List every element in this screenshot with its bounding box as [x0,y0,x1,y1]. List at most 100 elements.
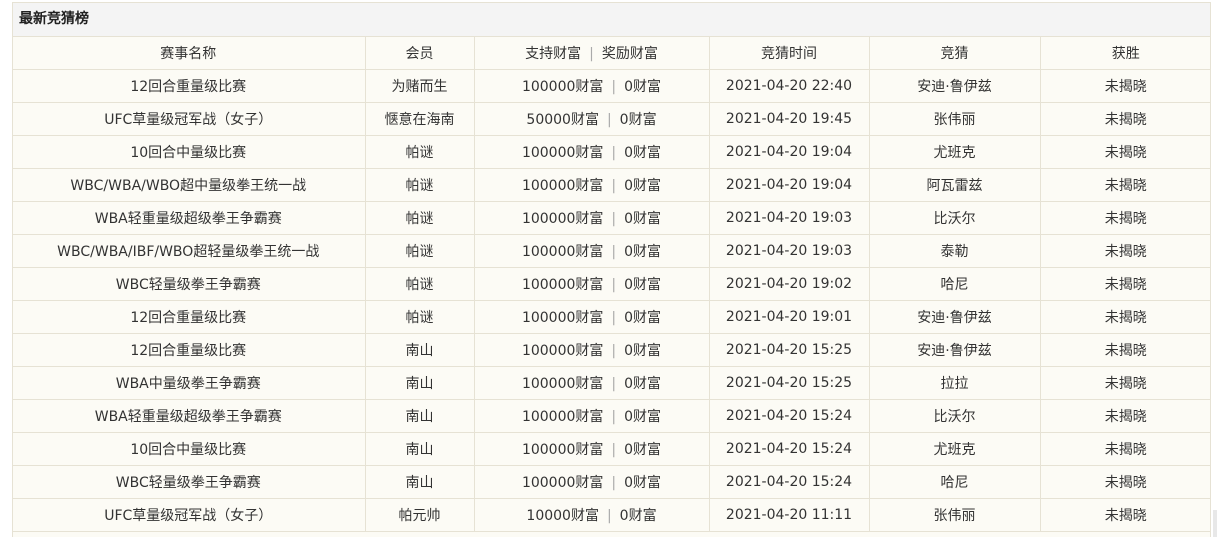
reward-amount: 0财富 [624,475,662,491]
reward-amount: 0财富 [624,244,662,260]
wealth-separator: | [611,211,617,227]
guess-pick: 比沃尔 [869,201,1041,235]
wealth-cell: 100000财富 | 0财富 [474,366,710,400]
wealth-separator: | [611,376,617,392]
wealth-cell: 100000财富 | 0财富 [474,399,710,433]
guess-result: 未揭晓 [1040,366,1210,400]
event-name: WBA轻重量级超级拳王争霸赛 [13,399,366,433]
event-name: 10回合中量级比赛 [13,135,366,169]
guess-result: 未揭晓 [1040,432,1210,466]
guess-time: 2021-04-20 19:03 [709,234,870,268]
member-name: 为赌而生 [365,69,475,103]
guess-pick: 安迪·鲁伊兹 [869,300,1041,334]
wealth-separator: | [611,409,617,425]
reward-amount: 0财富 [624,211,662,227]
event-name: UFC草量级冠军战（女子） [13,102,366,136]
column-header-result: 获胜 [1040,37,1210,70]
table-row: WBA轻重量级超级拳王争霸赛 南山 100000财富 | 0财富 2021-04-2… [13,399,1210,433]
column-header-guess: 竞猜 [869,37,1041,70]
wealth-cell: 100000财富 | 0财富 [474,135,710,169]
guess-pick: 尤班克 [869,135,1041,169]
guess-time: 2021-04-20 15:24 [709,399,870,433]
reward-amount: 0财富 [624,310,662,326]
table-row: UFC草量级冠军战（女子） 帕元帅 10000财富 | 0财富 2021-04-20… [13,498,1210,532]
wealth-separator: | [611,277,617,293]
guess-time: 2021-04-20 19:04 [709,168,870,202]
bet-amount: 100000财富 [521,343,604,359]
latest-guess-board: 最新竞猜榜 赛事名称 会员 支持财富 | 奖励财富 竞猜时间 竞猜 获胜 12回合重… [12,2,1211,537]
wealth-cell: 100000财富 | 0财富 [474,333,710,367]
guess-result: 未揭晓 [1040,498,1210,532]
bet-amount: 50000财富 [526,112,599,128]
scrollbar-edge[interactable] [1213,510,1217,537]
reward-amount: 0财富 [624,442,662,458]
member-name: 帕元帅 [365,498,475,532]
table-row: 12回合重量级比赛 为赌而生 100000财富 | 0财富 2021-04-20 2… [13,69,1210,103]
table-header-row: 赛事名称 会员 支持财富 | 奖励财富 竞猜时间 竞猜 获胜 [13,37,1210,70]
bet-amount: 100000财富 [521,475,604,491]
bet-amount: 100000财富 [521,145,604,161]
reward-amount: 0财富 [624,277,662,293]
guess-pick: 安迪·鲁伊兹 [869,69,1041,103]
reward-amount: 0财富 [619,508,657,524]
wealth-cell: 100000财富 | 0财富 [474,465,710,499]
guess-pick: 安迪·鲁伊兹 [869,333,1041,367]
column-header-member: 会员 [365,37,475,70]
guess-time: 2021-04-20 15:24 [709,465,870,499]
column-separator: | [589,46,594,62]
table-row: WBC/WBA/WBO超中量级拳王统一战 帕谜 100000财富 | 0财富 202… [13,168,1210,202]
wealth-cell: 100000财富 | 0财富 [474,69,710,103]
reward-amount: 0财富 [624,178,662,194]
wealth-separator: | [611,79,617,95]
event-name: UFC草量级冠军战（女子） [13,498,366,532]
event-name: WBC/WBA/IBF/WBO超轻量级拳王统一战 [13,234,366,268]
bet-amount: 100000财富 [521,79,604,95]
member-name: 帕谜 [365,135,475,169]
guess-result: 未揭晓 [1040,300,1210,334]
member-name: 帕谜 [365,300,475,334]
wealth-separator: | [611,244,617,260]
guess-time: 2021-04-20 11:11 [709,498,870,532]
guess-time: 2021-04-20 22:40 [709,69,870,103]
member-name: 帕谜 [365,234,475,268]
wealth-cell: 100000财富 | 0财富 [474,201,710,235]
reward-amount: 0财富 [624,145,662,161]
wealth-cell: 10000财富 | 0财富 [474,498,710,532]
wealth-separator: | [611,343,617,359]
table-row: 10回合中量级比赛 帕谜 100000财富 | 0财富 2021-04-20 19:… [13,135,1210,169]
bet-amount: 100000财富 [521,376,604,392]
event-name: WBC轻量级拳王争霸赛 [13,465,366,499]
table-row: WBA中量级拳王争霸赛 南山 100000财富 | 0财富 2021-04-20 1… [13,366,1210,400]
column-header-event: 赛事名称 [13,37,366,70]
guess-result: 未揭晓 [1040,465,1210,499]
wealth-cell: 50000财富 | 0财富 [474,102,710,136]
wealth-separator: | [611,178,617,194]
guess-pick: 哈尼 [869,465,1041,499]
table-row: WBC轻量级拳王争霸赛 帕谜 100000财富 | 0财富 2021-04-20 1… [13,267,1210,301]
reward-amount: 0财富 [624,409,662,425]
wealth-cell: 100000财富 | 0财富 [474,168,710,202]
bet-amount: 100000财富 [521,310,604,326]
guess-result: 未揭晓 [1040,267,1210,301]
member-name: 南山 [365,366,475,400]
guess-pick: 张伟丽 [869,498,1041,532]
event-name: 12回合重量级比赛 [13,300,366,334]
guess-pick: 阿瓦雷兹 [869,168,1041,202]
guess-time: 2021-04-20 19:01 [709,300,870,334]
panel-title: 最新竞猜榜 [13,3,1210,37]
member-name: 南山 [365,399,475,433]
guess-pick: 哈尼 [869,267,1041,301]
table-row: WBA轻重量级超级拳王争霸赛 帕谜 100000财富 | 0财富 2021-04-2… [13,201,1210,235]
guess-pick: 尤班克 [869,432,1041,466]
column-header-bet: 支持财富 [525,46,582,62]
member-name: 帕谜 [365,168,475,202]
wealth-separator: | [606,508,612,524]
guess-time: 2021-04-20 19:03 [709,201,870,235]
event-name: 10回合中量级比赛 [13,432,366,466]
event-name: WBA中量级拳王争霸赛 [13,366,366,400]
wealth-cell: 100000财富 | 0财富 [474,300,710,334]
guess-result: 未揭晓 [1040,69,1210,103]
reward-amount: 0财富 [624,343,662,359]
guess-table: 赛事名称 会员 支持财富 | 奖励财富 竞猜时间 竞猜 获胜 12回合重量级比赛 为… [13,37,1210,532]
bet-amount: 100000财富 [521,178,604,194]
